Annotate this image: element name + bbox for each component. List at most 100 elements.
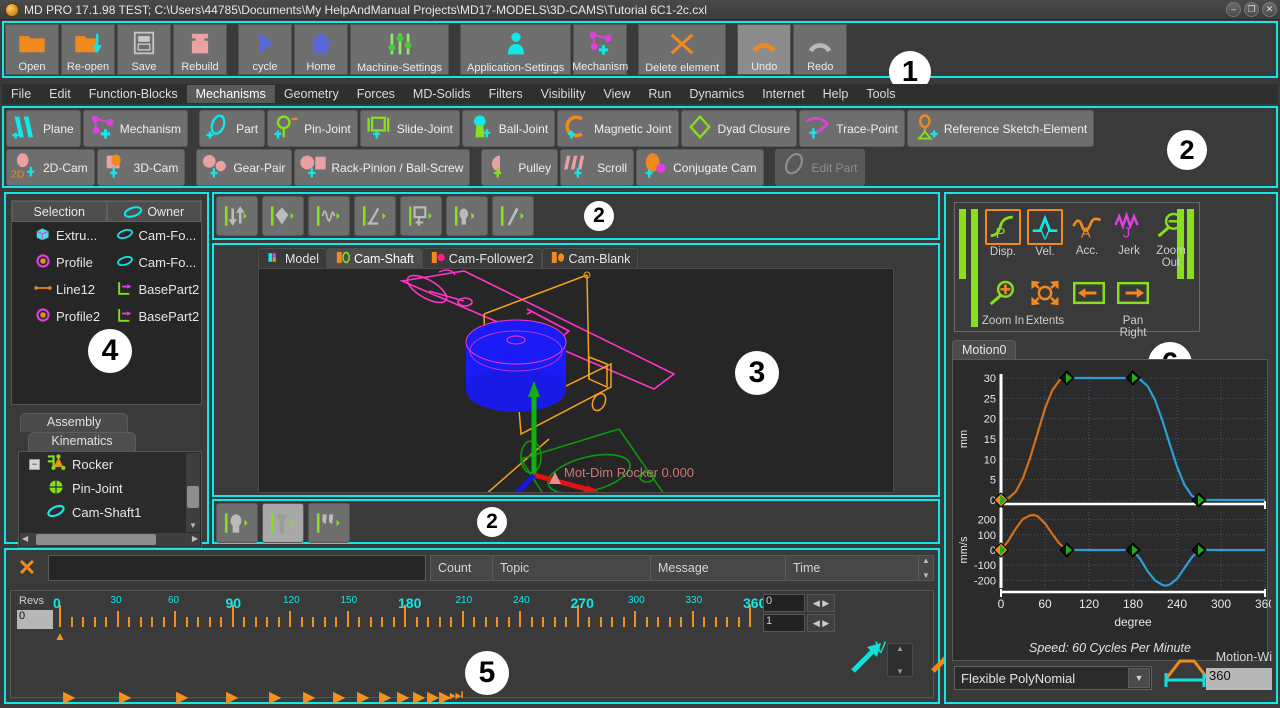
column-header-owner[interactable]: Owner bbox=[106, 201, 201, 222]
speed-marker[interactable]: ▶ bbox=[269, 687, 281, 707]
tree-expander[interactable]: − bbox=[29, 458, 40, 470]
tab-motion0[interactable]: Motion0 bbox=[952, 340, 1017, 359]
ribbon-button-mechanism[interactable]: Mechanism bbox=[82, 110, 189, 147]
viewport-tool-add-frame[interactable] bbox=[400, 196, 442, 236]
menu-bar[interactable]: File Edit Function-Blocks Mechanisms Geometr… bbox=[2, 84, 1278, 104]
tree-horizontal-scrollbar[interactable]: ◀ ▶ bbox=[20, 533, 200, 546]
graph-tool-zoom-out[interactable]: Zoom Out bbox=[1149, 209, 1193, 269]
selection-row[interactable]: Profile2 BasePart2 bbox=[12, 303, 201, 330]
menu-item-help[interactable]: Help bbox=[814, 85, 858, 103]
column-header-topic[interactable]: Topic bbox=[493, 556, 651, 580]
ribbon-button-magnetic-joint[interactable]: Magnetic Joint bbox=[557, 110, 679, 147]
graph-tool-pan-right[interactable]: Pan Right bbox=[1111, 279, 1155, 339]
tree-node[interactable]: Cam-Shaft1 bbox=[19, 500, 201, 524]
revs-input[interactable]: 0 bbox=[17, 610, 53, 629]
menu-item-visibility[interactable]: Visibility bbox=[532, 85, 595, 103]
column-header-selection[interactable]: Selection bbox=[12, 201, 107, 222]
column-header-count[interactable]: Count bbox=[431, 556, 493, 580]
maximize-button[interactable]: ❐ bbox=[1244, 2, 1259, 17]
ribbon-button-3d-cam[interactable]: 3D-Cam bbox=[96, 149, 186, 186]
ribbon-button-pulley[interactable]: Pulley bbox=[481, 149, 559, 186]
tree-node[interactable]: Pin-Joint bbox=[19, 476, 201, 500]
graph-tool-pan-left[interactable] bbox=[1067, 279, 1111, 315]
tab-assembly[interactable]: Assembly bbox=[20, 413, 128, 432]
menu-item-filters[interactable]: Filters bbox=[480, 85, 532, 103]
model-canvas[interactable]: Mot-Dim Rocker 0.000 3 bbox=[258, 268, 894, 493]
tree-scroll-down-button[interactable]: ▼ bbox=[186, 520, 200, 532]
speed-marker[interactable]: ▶ bbox=[333, 687, 345, 707]
menu-item-geometry[interactable]: Geometry bbox=[275, 85, 348, 103]
tree-hscroll-thumb[interactable] bbox=[36, 534, 156, 545]
ribbon-button-pin-joint[interactable]: Pin-Joint bbox=[267, 110, 358, 147]
tab-kinematics[interactable]: Kinematics bbox=[28, 432, 136, 451]
viewport-tab-cam-shaft[interactable]: Cam-Shaft bbox=[327, 248, 422, 269]
menu-item-forces[interactable]: Forces bbox=[348, 85, 404, 103]
motion-chart[interactable]: 0 5 10 15 20 25 30 mm -200 -100 0 100 200 mm/s 0 60 120 1… bbox=[952, 359, 1275, 661]
speed-marker[interactable]: ▶ bbox=[397, 687, 409, 707]
tree-scroll-right-button[interactable]: ▶ bbox=[192, 534, 198, 543]
tree-scroll-left-button[interactable]: ◀ bbox=[22, 534, 28, 543]
selection-row[interactable]: Extru... Cam-Fo... bbox=[12, 222, 201, 249]
viewport-tab-model[interactable]: Model bbox=[258, 248, 328, 269]
graph-tool-zoom-in[interactable]: Zoom In bbox=[981, 279, 1025, 327]
toolbar-button-machine-settings[interactable]: Machine-Settings bbox=[350, 24, 449, 75]
speed-marker[interactable]: ▶ bbox=[63, 687, 75, 707]
minimize-button[interactable]: – bbox=[1226, 2, 1241, 17]
speed-marker[interactable]: ▶ bbox=[413, 687, 425, 707]
viewport-bottom-tool-render[interactable] bbox=[308, 503, 350, 543]
toolbar-button-save[interactable]: Save bbox=[117, 24, 171, 75]
motion-tabbar[interactable]: Motion0 bbox=[952, 340, 1017, 359]
viewport-tab-cam-follower2[interactable]: Cam-Follower2 bbox=[421, 248, 542, 269]
ribbon-button-part[interactable]: Part bbox=[199, 110, 266, 147]
column-header-message[interactable]: Message bbox=[651, 556, 786, 580]
menu-item-file[interactable]: File bbox=[2, 85, 40, 103]
ribbon-button-rack-pinion-ball-screw[interactable]: Rack-Pinion / Ball-Screw bbox=[294, 149, 471, 186]
ribbon-button-2d-cam[interactable]: 2D 2D-Cam bbox=[6, 149, 95, 186]
tree-node[interactable]: − Rocker bbox=[19, 452, 201, 476]
cycle-end-stepper[interactable]: ◀ ▶ bbox=[807, 614, 835, 632]
speed-marker[interactable]: ▶ bbox=[303, 687, 315, 707]
graph-tool-extents[interactable]: Extents bbox=[1023, 279, 1067, 327]
toolbar-button-undo[interactable]: Undo bbox=[737, 24, 792, 75]
chevron-down-icon[interactable]: ▼ bbox=[1128, 668, 1150, 688]
ribbon-button-slide-joint[interactable]: Slide-Joint bbox=[359, 110, 460, 147]
cycle-end-input[interactable]: 1 bbox=[763, 614, 805, 632]
ruler-cursor-marker[interactable]: ▲ bbox=[54, 629, 66, 643]
speed-marker[interactable]: ▶ bbox=[176, 687, 188, 707]
close-button[interactable]: ✕ bbox=[1262, 2, 1277, 17]
toolbar-button-delete-element[interactable]: Delete element bbox=[638, 24, 727, 75]
velocity-vector-icon[interactable]: V bbox=[847, 638, 887, 675]
viewport-tool-profile-wave[interactable] bbox=[308, 196, 350, 236]
ribbon-button-dyad-closure[interactable]: Dyad Closure bbox=[680, 110, 798, 147]
tree-scroll-thumb[interactable] bbox=[187, 486, 199, 508]
velocity-vector-stepper[interactable]: ▲ ▼ bbox=[887, 643, 913, 677]
speed-marker[interactable]: ▶ bbox=[357, 687, 369, 707]
toolbar-button-cycle[interactable]: cycle bbox=[238, 24, 292, 75]
toolbar-button-open[interactable]: Open bbox=[5, 24, 59, 75]
speed-marker[interactable]: ▶ bbox=[379, 687, 391, 707]
menu-item-md-solids[interactable]: MD-Solids bbox=[404, 85, 480, 103]
viewport-tab-cam-blank[interactable]: Cam-Blank bbox=[541, 248, 639, 269]
menu-item-edit[interactable]: Edit bbox=[40, 85, 80, 103]
kinematics-tree[interactable]: −RockerPin-JointCam-Shaft1 ▲ ▼ ◀ ▶ bbox=[18, 451, 202, 548]
message-scroll-spinner[interactable]: ▲ ▼ bbox=[919, 556, 933, 580]
speed-marker-end[interactable]: ⏭ bbox=[449, 687, 463, 705]
ribbon-button-trace-point[interactable]: Trace-Point bbox=[799, 110, 905, 147]
viewport-tool-measure[interactable] bbox=[354, 196, 396, 236]
ribbon-button-gear-pair[interactable]: Gear-Pair bbox=[196, 149, 293, 186]
toolbar-button-application-settings[interactable]: Application-Settings bbox=[460, 24, 572, 75]
toolbar-button-redo[interactable]: Redo bbox=[793, 24, 848, 75]
ribbon-button-reference-sketch-element[interactable]: Reference Sketch-Element bbox=[906, 110, 1095, 147]
graph-tool-jerk[interactable]: J Jerk bbox=[1107, 209, 1151, 257]
message-input[interactable] bbox=[48, 555, 426, 581]
menu-item-internet[interactable]: Internet bbox=[753, 85, 813, 103]
menu-item-tools[interactable]: Tools bbox=[857, 85, 904, 103]
viewport-tool-light-small[interactable] bbox=[446, 196, 488, 236]
column-header-time[interactable]: Time bbox=[786, 556, 919, 580]
menu-item-view[interactable]: View bbox=[595, 85, 640, 103]
toolbar-button-mechanism[interactable]: Mechanism bbox=[572, 24, 628, 75]
ribbon-button-edit-part[interactable]: Edit Part bbox=[774, 149, 865, 186]
graph-tool-displacement[interactable]: P Disp. bbox=[981, 209, 1025, 258]
angle-ruler[interactable]: 0 30 60 90 120 150 180 210 240 270 300 330 360 ▲ bbox=[53, 593, 823, 643]
selection-row[interactable]: Profile Cam-Fo... bbox=[12, 249, 201, 276]
